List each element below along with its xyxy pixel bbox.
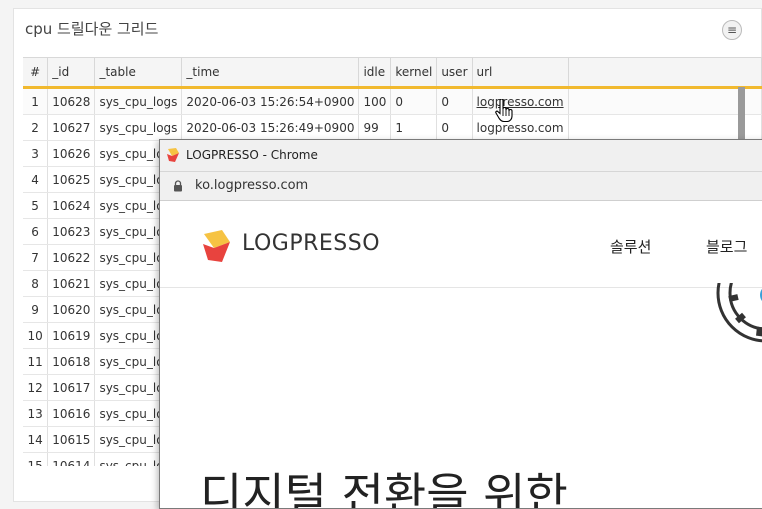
nav-blog[interactable]: 블로그	[706, 236, 747, 257]
table-cell: 9	[23, 296, 49, 323]
table-cell: 10618	[47, 348, 96, 375]
table-cell: sys_cpu_logs	[94, 114, 183, 141]
nav-solutions[interactable]: 솔루션	[610, 236, 651, 257]
table-cell: 10619	[47, 322, 96, 349]
table-cell: 8	[23, 270, 49, 297]
table-cell: 10616	[47, 400, 96, 427]
table-cell: 14	[23, 426, 49, 453]
table-cell: 1	[390, 114, 438, 141]
table-row[interactable]: 1 10628 sys_cpu_logs 2020-06-03 15:26:54+09…	[23, 87, 762, 115]
header-divider	[160, 287, 762, 288]
table-cell: 10621	[47, 270, 96, 297]
table-cell-filler	[568, 114, 762, 141]
table-cell: 10	[23, 322, 49, 349]
hand-pointer-cursor-icon	[495, 99, 513, 123]
url-cell[interactable]: logpresso.com	[472, 114, 569, 141]
table-cell: 10628	[47, 87, 96, 115]
table-cell: 0	[390, 87, 438, 115]
table-cell: 13	[23, 400, 49, 427]
web-page: LOGPRESSO 솔루션 블로그 디지털 전환을 위한	[160, 201, 762, 508]
table-cell: 10627	[47, 114, 96, 141]
table-cell: 10617	[47, 374, 96, 401]
table-cell: 1	[23, 87, 49, 115]
column-header-filler	[568, 57, 762, 88]
column-header[interactable]: idle	[358, 57, 392, 88]
column-header[interactable]: kernel	[390, 57, 438, 88]
table-cell: 10626	[47, 140, 96, 167]
table-cell: 10624	[47, 192, 96, 219]
table-cell: sys_cpu_logs	[94, 87, 183, 115]
table-cell: 15	[23, 452, 49, 466]
column-header[interactable]: url	[472, 57, 569, 88]
address-bar[interactable]: ko.logpresso.com	[160, 172, 762, 201]
scrollbar-thumb[interactable]	[738, 87, 745, 147]
table-cell: 2	[23, 114, 49, 141]
table-row[interactable]: 2 10627 sys_cpu_logs 2020-06-03 15:26:49+09…	[23, 114, 762, 141]
chrome-popup-window: LOGPRESSO - Chrome ko.logpresso.com LOGP…	[159, 139, 762, 509]
table-cell: 2020-06-03 15:26:54+0900	[181, 87, 360, 115]
column-header[interactable]: _table	[94, 57, 183, 88]
column-header[interactable]: _time	[181, 57, 360, 88]
hamburger-menu-icon[interactable]: ≡	[722, 20, 742, 40]
url-cell[interactable]: logpresso.com	[472, 87, 569, 115]
table-cell: 99	[358, 114, 392, 141]
table-cell: 2020-06-03 15:26:49+0900	[181, 114, 360, 141]
window-title: LOGPRESSO - Chrome	[186, 148, 318, 162]
table-cell: 10615	[47, 426, 96, 453]
table-cell: 11	[23, 348, 49, 375]
logpresso-favicon-icon	[167, 148, 179, 162]
address-url[interactable]: ko.logpresso.com	[195, 178, 308, 193]
panel-title: cpu 드릴다운 그리드	[25, 20, 159, 38]
grid-header-row: # _id _table _time idle kernel user url	[23, 57, 762, 88]
column-header[interactable]: _id	[47, 57, 96, 88]
table-cell-filler	[568, 87, 762, 115]
table-cell: 10622	[47, 244, 96, 271]
table-cell: 6	[23, 218, 49, 245]
table-cell: 5	[23, 192, 49, 219]
table-cell: 3	[23, 140, 49, 167]
table-cell: 10625	[47, 166, 96, 193]
table-cell: 12	[23, 374, 49, 401]
table-cell: 10614	[47, 452, 96, 466]
table-cell: 4	[23, 166, 49, 193]
gear-illustration-icon	[716, 283, 762, 343]
table-cell: 10623	[47, 218, 96, 245]
table-cell: 100	[358, 87, 392, 115]
column-header[interactable]: user	[436, 57, 473, 88]
column-header[interactable]: #	[23, 57, 49, 88]
table-cell: 0	[436, 114, 473, 141]
table-cell: 7	[23, 244, 49, 271]
table-cell: 10620	[47, 296, 96, 323]
lock-icon	[174, 180, 182, 192]
window-titlebar[interactable]: LOGPRESSO - Chrome	[160, 140, 762, 172]
table-cell: 0	[436, 87, 473, 115]
logpresso-logo-icon[interactable]	[200, 228, 240, 264]
url-link[interactable]: logpresso.com	[477, 95, 564, 109]
logo-text[interactable]: LOGPRESSO	[242, 231, 380, 256]
